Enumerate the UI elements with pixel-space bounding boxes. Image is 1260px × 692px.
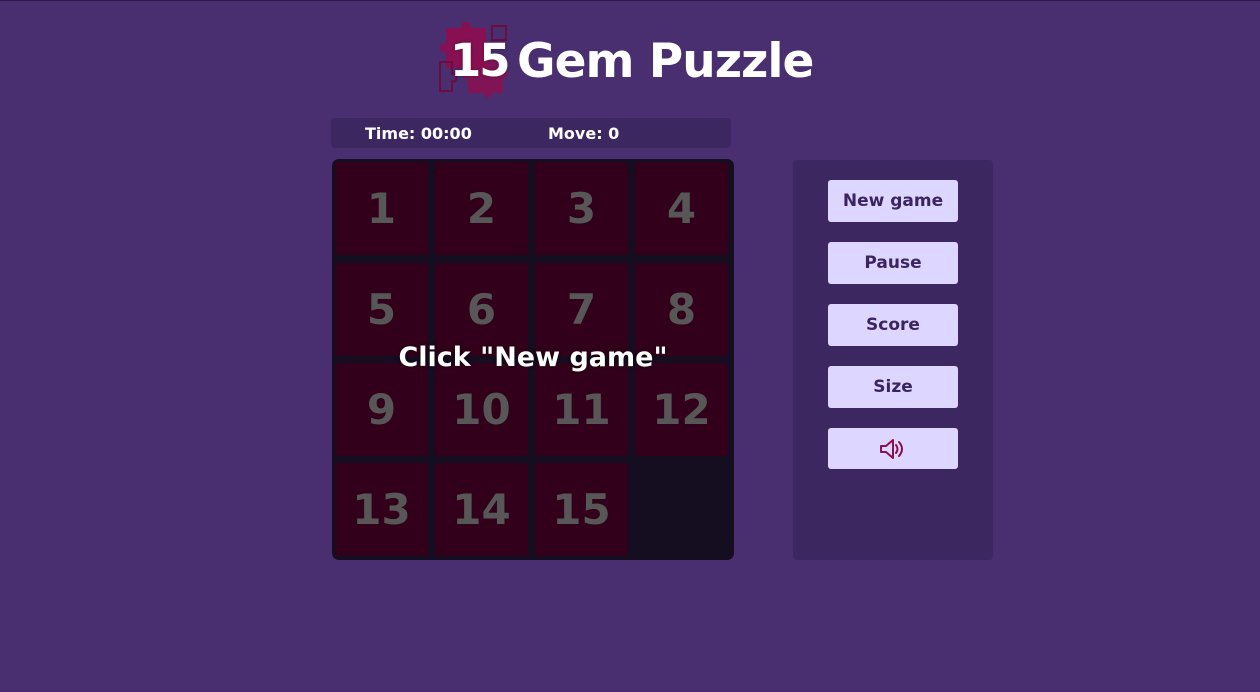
- logo-number: 15: [450, 34, 511, 87]
- puzzle-tile[interactable]: 11: [535, 363, 628, 456]
- puzzle-tile[interactable]: 13: [335, 463, 428, 556]
- start-prompt: Click "New game": [398, 342, 668, 373]
- puzzle-tile[interactable]: 4: [635, 162, 728, 255]
- puzzle-tile[interactable]: 2: [435, 162, 528, 255]
- page-title: Gem Puzzle: [517, 34, 814, 89]
- new-game-button[interactable]: New game: [828, 180, 958, 222]
- header: 15 Gem Puzzle: [0, 22, 1260, 102]
- puzzle-tile[interactable]: 12: [635, 363, 728, 456]
- puzzle-tile[interactable]: 15: [535, 463, 628, 556]
- puzzle-tile[interactable]: 14: [435, 463, 528, 556]
- speaker-volume-icon: [880, 438, 903, 459]
- move-counter: Move: 0: [548, 124, 620, 143]
- sound-toggle-button[interactable]: [828, 428, 958, 469]
- control-panel: New game Pause Score Size: [793, 160, 993, 560]
- stats-bar: Time: 00:00 Move: 0: [331, 118, 731, 148]
- puzzle-tile[interactable]: 1: [335, 162, 428, 255]
- puzzle-tile[interactable]: 3: [535, 162, 628, 255]
- puzzle-board: 1 2 3 4 5 6 7 8 9 10 11 12 13 14 15 Clic…: [332, 159, 734, 560]
- size-button[interactable]: Size: [828, 366, 958, 408]
- timer: Time: 00:00: [365, 124, 472, 143]
- puzzle-tile[interactable]: 9: [335, 363, 428, 456]
- puzzle-tile[interactable]: 10: [435, 363, 528, 456]
- pause-button[interactable]: Pause: [828, 242, 958, 284]
- score-button[interactable]: Score: [828, 304, 958, 346]
- top-border: [0, 0, 1260, 1]
